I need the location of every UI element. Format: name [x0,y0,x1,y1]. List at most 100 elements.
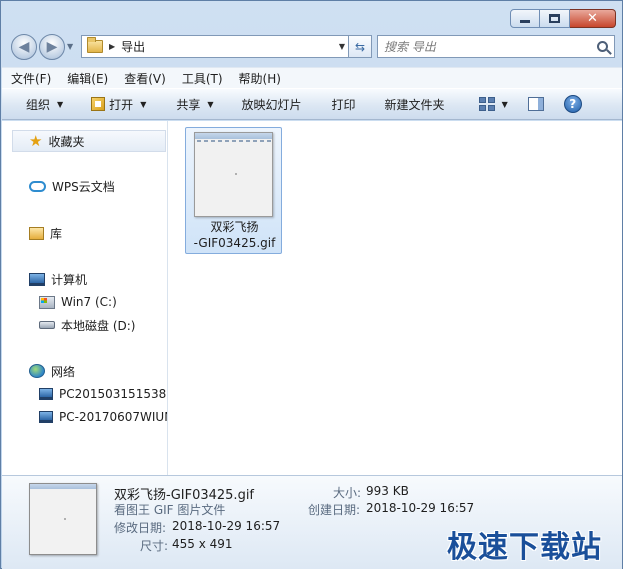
details-modified-value: 2018-10-29 16:57 [172,519,281,533]
maximize-button[interactable] [540,9,570,28]
chevron-down-icon: ▼ [57,99,64,109]
forward-button[interactable]: ▶ [39,34,65,60]
network-computer-icon [39,388,53,400]
sidebar-item-pc2[interactable]: PC-20170607WIUN [39,409,168,425]
sidebar-item-label: PC-20170607WIUN [59,410,168,424]
help-button[interactable]: ? [563,88,582,120]
hard-drive-icon [39,321,55,329]
share-button[interactable]: 共享 ▼ [176,88,213,120]
navigation-pane[interactable]: ★ 收藏夹 WPS云文档 库 计算机 Win7 (C:) 本地磁盘 (D:) 网… [2,121,168,475]
sidebar-item-label: 网络 [51,364,76,379]
sidebar-item-label: 计算机 [51,272,88,287]
chevron-down-icon: ▼ [501,99,508,109]
sidebar-item-computer[interactable]: 计算机 [29,271,87,287]
details-modified-label: 修改日期: [114,521,167,535]
address-bar[interactable]: ▶ 导出 ▼ [81,35,349,58]
close-button[interactable]: ✕ [570,9,616,28]
computer-icon [29,272,45,286]
details-created-label: 创建日期: [308,503,361,517]
menu-file[interactable]: 文件(F) [11,70,51,87]
details-size-label: 大小: [333,486,362,500]
sidebar-item-pc1[interactable]: PC201503151538 [39,386,166,402]
preview-pane-button[interactable] [527,88,544,120]
sidebar-item-library[interactable]: 库 [29,225,62,241]
sidebar-item-network[interactable]: 网络 [29,363,75,379]
open-with-icon [91,97,106,111]
search-icon[interactable] [597,41,608,52]
details-dims-label: 尺寸: [140,539,169,553]
recent-pages-dropdown[interactable]: ▼ [67,42,73,51]
menu-edit[interactable]: 编辑(E) [67,70,108,87]
network-icon [29,364,45,378]
details-thumbnail [29,483,97,555]
menu-help[interactable]: 帮助(H) [239,70,281,87]
menu-bar: 文件(F) 编辑(E) 查看(V) 工具(T) 帮助(H) [2,67,622,88]
maximize-icon [549,14,560,23]
window-controls: ✕ [510,9,616,28]
preview-pane-icon [527,97,544,111]
chevron-down-icon: ▼ [140,99,147,109]
sidebar-item-label: Win7 (C:) [61,295,117,309]
sidebar-item-favorites[interactable]: ★ 收藏夹 [12,130,166,152]
open-label: 打开 [109,97,134,112]
change-view-button[interactable]: ▼ [478,88,508,120]
views-icon [478,97,495,111]
folder-icon [87,37,103,53]
explorer-window: ✕ ◀ ▶ ▼ ▶ 导出 ▼ ⇆ 文件(F) 编辑(E) 查看(V) 工具(T)… [0,0,623,569]
file-name-line2: -GIF03425.gif [193,236,276,250]
refresh-button[interactable]: ⇆ [348,35,372,58]
arrow-right-icon: ▶ [46,39,58,55]
sidebar-item-drive-d[interactable]: 本地磁盘 (D:) [39,317,135,333]
chevron-down-icon: ▼ [207,99,214,109]
details-dims-value: 455 x 491 [172,537,233,551]
sidebar-item-label: PC201503151538 [59,387,167,401]
new-folder-button[interactable]: 新建文件夹 [385,88,445,120]
watermark-logo: 极速下载站 [447,530,602,565]
network-computer-icon [39,411,53,423]
main-area: ★ 收藏夹 WPS云文档 库 计算机 Win7 (C:) 本地磁盘 (D:) 网… [2,121,622,475]
search-box[interactable] [377,35,615,58]
sidebar-item-label: 收藏夹 [48,134,85,149]
star-icon: ★ [29,131,43,150]
minimize-button[interactable] [510,9,540,28]
open-button[interactable]: 打开 ▼ [91,88,146,120]
print-label: 打印 [331,97,356,112]
system-drive-icon [39,295,55,309]
search-input[interactable] [384,39,584,54]
close-icon: ✕ [587,11,598,26]
back-button[interactable]: ◀ [11,34,37,60]
navigation-bar: ◀ ▶ ▼ ▶ 导出 ▼ ⇆ [9,33,615,61]
image-thumbnail [194,132,273,217]
sidebar-item-wps-cloud[interactable]: WPS云文档 [29,178,115,194]
sidebar-item-label: 库 [50,226,63,241]
share-label: 共享 [176,97,201,112]
sidebar-item-label: 本地磁盘 (D:) [61,318,136,333]
file-name-line1: 双彩飞扬 [210,220,259,234]
slideshow-button[interactable]: 放映幻灯片 [242,88,302,120]
breadcrumb-current[interactable]: 导出 [121,38,145,55]
arrow-left-icon: ◀ [18,39,30,55]
print-button[interactable]: 打印 [332,88,356,120]
menu-view[interactable]: 查看(V) [124,70,166,87]
new-folder-label: 新建文件夹 [384,97,445,112]
command-bar: 组织 ▼ 打开 ▼ 共享 ▼ 放映幻灯片 打印 新建文件夹 ▼ ? [2,88,622,120]
refresh-icon: ⇆ [354,39,366,54]
sidebar-item-label: WPS云文档 [52,179,115,194]
library-icon [29,226,44,240]
details-created-value: 2018-10-29 16:57 [366,501,475,515]
cloud-icon [29,180,46,192]
breadcrumb-chevron-icon[interactable]: ▶ [109,42,115,51]
organize-button[interactable]: 组织 ▼ [26,88,63,120]
slideshow-label: 放映幻灯片 [241,97,302,112]
file-name: 双彩飞扬 -GIF03425.gif [186,219,283,251]
sidebar-item-drive-c[interactable]: Win7 (C:) [39,294,117,310]
menu-tools[interactable]: 工具(T) [182,70,223,87]
file-item[interactable]: 双彩飞扬 -GIF03425.gif [185,127,282,254]
details-filetype: 看图王 GIF 图片文件 [114,503,226,517]
help-icon: ? [563,95,582,113]
organize-label: 组织 [26,97,51,112]
minimize-icon [520,20,530,23]
address-dropdown-icon[interactable]: ▼ [339,42,345,51]
file-list[interactable]: 双彩飞扬 -GIF03425.gif [169,121,622,475]
details-size-value: 993 KB [366,484,409,498]
